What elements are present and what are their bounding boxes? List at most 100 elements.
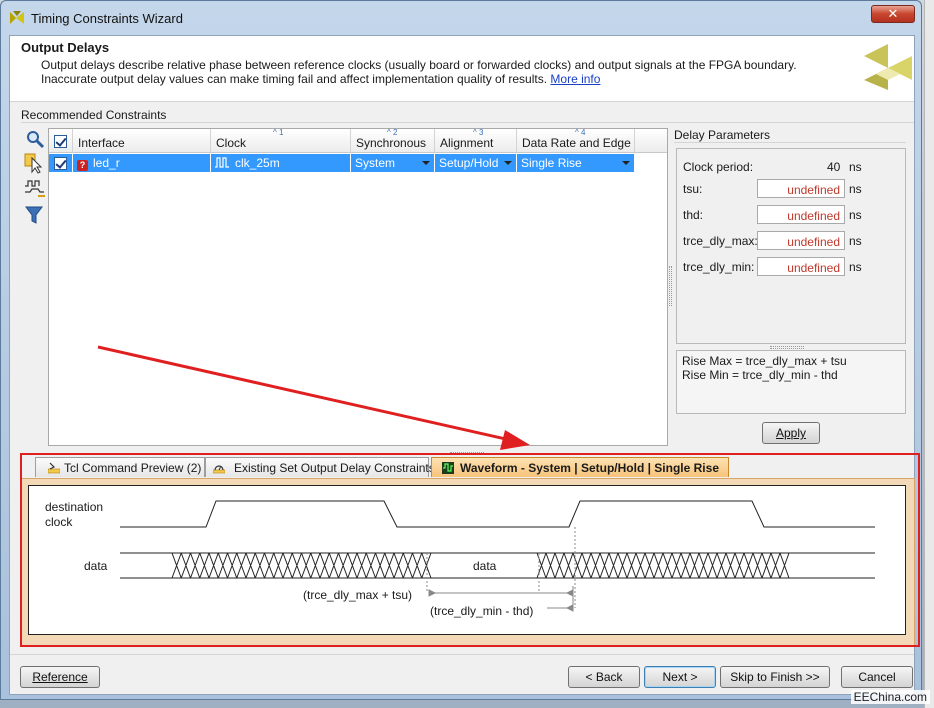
data-valid-label: data: [473, 559, 497, 573]
trce-dly-min-input[interactable]: undefined: [757, 257, 845, 276]
tab-waveform[interactable]: Waveform - System | Setup/Hold | Single …: [431, 457, 729, 477]
next-button[interactable]: Next >: [644, 666, 716, 688]
cell-interface[interactable]: ? led_r: [73, 154, 211, 172]
delay-parameters-title: Delay Parameters: [674, 128, 771, 142]
data-rate-dropdown[interactable]: Single Rise: [517, 154, 635, 172]
waveform-icon[interactable]: [24, 178, 46, 200]
clock-period-row: Clock period: 40 ns: [683, 157, 903, 177]
vertical-splitter-handle[interactable]: [669, 266, 672, 306]
xilinx-logo-icon: [864, 44, 912, 90]
clock-value: clk_25m: [235, 156, 280, 170]
thd-label: thd:: [683, 208, 704, 222]
horizontal-splitter-handle[interactable]: [450, 452, 484, 455]
rise-min-formula: Rise Min = trce_dly_min - thd: [682, 368, 838, 382]
thd-row: thd: undefined ns: [683, 205, 903, 225]
page-header: Output Delays Output delays describe rel…: [10, 36, 914, 102]
delay-parameters-panel: Delay Parameters Clock period: 40 ns tsu…: [674, 128, 906, 416]
reference-button[interactable]: Reference: [20, 666, 100, 688]
chevron-down-icon: [422, 161, 430, 165]
apply-button[interactable]: Apply: [762, 422, 820, 444]
clock-period-label: Clock period:: [683, 160, 754, 174]
wizard-window: Timing Constraints Wizard ✕ Output Delay…: [0, 0, 922, 700]
cancel-label: Cancel: [858, 670, 896, 684]
column-header-interface[interactable]: Interface: [73, 129, 211, 153]
chevron-down-icon: [504, 161, 512, 165]
close-button[interactable]: ✕: [871, 5, 915, 23]
column-label: Data Rate and Edge: [522, 136, 631, 150]
table-header: Interface ^ 1 Clock ^ 2 Synchronous ^ 3 …: [49, 128, 667, 153]
cell-clock[interactable]: clk_25m: [211, 154, 351, 172]
delay-parameters-box: Clock period: 40 ns tsu: undefined ns th…: [676, 148, 906, 344]
tsu-input[interactable]: undefined: [757, 179, 845, 198]
back-label: < Back: [585, 670, 623, 684]
tab-label: Waveform - System | Setup/Hold | Single …: [460, 461, 719, 475]
data-rate-value: Single Rise: [521, 156, 582, 170]
chevron-down-icon: [622, 161, 630, 165]
skip-to-finish-button[interactable]: Skip to Finish >>: [720, 666, 830, 688]
more-info-link[interactable]: More info: [550, 72, 600, 86]
sort-order-marker: ^ 1: [273, 128, 284, 137]
vivado-app-icon: [10, 11, 24, 24]
page-description: Output delays describe relative phase be…: [41, 58, 851, 86]
search-icon[interactable]: [24, 128, 46, 150]
constraints-table: Interface ^ 1 Clock ^ 2 Synchronous ^ 3 …: [48, 128, 668, 446]
unit-label: ns: [849, 208, 862, 222]
section-divider: [674, 142, 906, 143]
column-label: Clock: [216, 136, 247, 150]
synchronous-value: System: [355, 156, 396, 170]
column-label: Interface: [78, 136, 125, 150]
footer-divider: [10, 654, 914, 655]
trce-dly-max-row: trce_dly_max: undefined ns: [683, 231, 903, 251]
tab-label: Tcl Command Preview (2): [64, 461, 202, 475]
section-divider: [21, 122, 914, 123]
row-checkbox[interactable]: [49, 154, 73, 172]
cancel-button[interactable]: Cancel: [841, 666, 913, 688]
tab-existing-constraints[interactable]: Existing Set Output Delay Constraints (4…: [205, 457, 453, 477]
filter-icon[interactable]: [24, 204, 46, 226]
unit-label: ns: [849, 182, 862, 196]
destination-clock-label-2: clock: [45, 515, 73, 529]
column-header-alignment[interactable]: ^ 3 Alignment: [435, 128, 517, 153]
column-header-synchronous[interactable]: ^ 2 Synchronous: [351, 128, 435, 153]
trce-dly-min-label: trce_dly_min:: [683, 260, 755, 274]
checkbox-checked-icon: [54, 157, 67, 171]
tab-tcl-command-preview[interactable]: Tcl Command Preview (2): [35, 457, 205, 477]
unknown-status-icon: ?: [77, 160, 88, 171]
destination-clock-label-1: destination: [45, 500, 104, 514]
formula-box: Rise Max = trce_dly_max + tsu Rise Min =…: [676, 350, 906, 414]
table-toolstrip: [24, 128, 48, 238]
alignment-value: Setup/Hold: [439, 156, 499, 170]
background-window-edge: [924, 0, 934, 708]
table-row[interactable]: ? led_r clk_25m System Setup/Hold Single …: [49, 153, 667, 173]
trce-dly-min-row: trce_dly_min: undefined ns: [683, 257, 903, 277]
clock-waveform-icon: [215, 157, 229, 168]
waveform-icon: [442, 462, 454, 474]
wizard-client-area: Output Delays Output delays describe rel…: [9, 35, 915, 695]
max-delay-label: (trce_dly_max + tsu): [303, 588, 413, 602]
header-select-all-checkbox[interactable]: [49, 129, 73, 153]
timing-markers: [426, 527, 576, 612]
sort-order-marker: ^ 2: [387, 128, 398, 137]
description-text: Output delays describe relative phase be…: [41, 58, 797, 86]
column-header-clock[interactable]: ^ 1 Clock: [211, 128, 351, 153]
waveform-panel: destination clock data data (trce_dly_ma…: [21, 478, 915, 646]
back-button[interactable]: < Back: [568, 666, 640, 688]
sort-order-marker: ^ 3: [473, 128, 484, 137]
synchronous-dropdown[interactable]: System: [351, 154, 435, 172]
trce-dly-max-input[interactable]: undefined: [757, 231, 845, 250]
panel-splitter-handle[interactable]: [770, 346, 804, 349]
title-bar: Timing Constraints Wizard ✕: [1, 1, 921, 35]
apply-label: Apply: [775, 426, 807, 440]
clock-period-value: 40: [827, 160, 841, 174]
alignment-dropdown[interactable]: Setup/Hold: [435, 154, 517, 172]
column-header-data-rate[interactable]: ^ 4 Data Rate and Edge: [517, 128, 635, 153]
thd-input[interactable]: undefined: [757, 205, 845, 224]
select-icon[interactable]: [24, 152, 46, 174]
destination-clock-signal: [120, 500, 875, 528]
skip-label: Skip to Finish >>: [730, 670, 820, 684]
unit-label: ns: [849, 160, 862, 174]
waveform-canvas: destination clock data data (trce_dly_ma…: [28, 485, 906, 635]
sort-order-marker: ^ 4: [575, 128, 586, 137]
bottom-tab-strip: Tcl Command Preview (2) Existing Set Out…: [21, 457, 915, 479]
column-label: Synchronous: [356, 136, 427, 150]
